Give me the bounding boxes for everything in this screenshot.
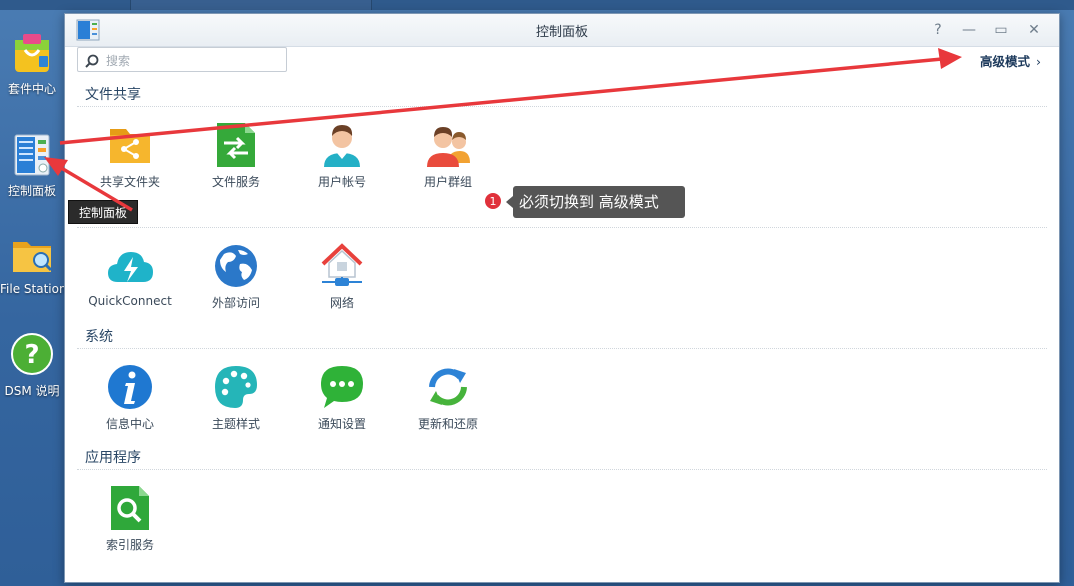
item-label: 索引服务 (105, 538, 154, 552)
item-file-services[interactable]: 文件服务 (183, 121, 289, 190)
item-shared-folder[interactable]: 共享文件夹 (77, 121, 183, 190)
palette-icon (212, 363, 260, 411)
index-search-icon (106, 484, 154, 532)
desktop-item-dsm-help[interactable]: ? DSM 说明 (0, 332, 64, 399)
maximize-button[interactable]: ▭ (992, 21, 1010, 39)
section-title-file-sharing: 文件共享 (85, 87, 141, 103)
desktop-item-label: 控制面板 (7, 184, 56, 198)
info-icon (106, 363, 154, 411)
help-question-icon: ? (9, 332, 55, 378)
item-indexing-service[interactable]: 索引服务 (77, 484, 183, 553)
close-button[interactable]: ✕ (1025, 21, 1043, 39)
search-icon (85, 53, 99, 68)
annotation-text: 必须切换到 高级模式 (506, 186, 685, 218)
file-station-icon (9, 232, 55, 278)
item-label: 信息中心 (105, 417, 154, 431)
section-title-system: 系统 (85, 329, 113, 345)
quickconnect-icon (106, 242, 154, 290)
section-divider (77, 348, 1047, 349)
package-center-icon (9, 30, 55, 76)
group-icon (424, 121, 472, 169)
desktop-item-package-center[interactable]: 套件中心 (0, 30, 64, 97)
item-notification[interactable]: 通知设置 (289, 363, 395, 432)
item-label: 更新和还原 (417, 417, 478, 431)
control-panel-window: 控制面板 ? — ▭ ✕ 高级模式 › 文件共享 共享文件夹 (64, 13, 1060, 583)
refresh-icon (424, 363, 472, 411)
item-network[interactable]: 网络 (289, 242, 395, 311)
desktop-item-label: File Station (0, 282, 67, 296)
desktop-item-label: DSM 说明 (4, 384, 60, 398)
item-quickconnect[interactable]: QuickConnect (77, 242, 183, 308)
svg-text:?: ? (24, 340, 39, 370)
title-bar[interactable]: 控制面板 ? — ▭ ✕ (65, 14, 1059, 47)
minimize-button[interactable]: — (960, 21, 978, 39)
item-user-account[interactable]: 用户帐号 (289, 121, 395, 190)
control-panel-icon (9, 132, 55, 178)
advanced-mode-link[interactable]: 高级模式 › (980, 51, 1041, 70)
section-divider (77, 106, 1047, 107)
file-services-icon (212, 121, 260, 169)
item-label: 外部访问 (211, 296, 260, 310)
section-divider (77, 469, 1047, 470)
network-home-icon (318, 242, 366, 290)
globe-icon (212, 242, 260, 290)
user-icon (318, 121, 366, 169)
advanced-mode-label: 高级模式 (979, 54, 1030, 69)
item-theme[interactable]: 主题样式 (183, 363, 289, 432)
control-panel-tooltip: 控制面板 (68, 200, 138, 224)
item-label: 文件服务 (211, 175, 260, 189)
item-label: QuickConnect (88, 294, 172, 308)
section-divider (77, 227, 1047, 228)
item-info-center[interactable]: 信息中心 (77, 363, 183, 432)
step-badge: 1 (484, 192, 502, 210)
chat-bubble-icon (318, 363, 366, 411)
item-label: 主题样式 (211, 417, 260, 431)
desktop-item-control-panel[interactable]: 控制面板 (0, 132, 64, 199)
item-external-access[interactable]: 外部访问 (183, 242, 289, 311)
desktop-item-file-station[interactable]: File Station (0, 232, 67, 296)
shared-folder-icon (106, 121, 154, 169)
item-label: 共享文件夹 (99, 175, 160, 189)
item-user-group[interactable]: 用户群组 (395, 121, 501, 190)
item-label: 通知设置 (317, 417, 366, 431)
search-input[interactable] (104, 50, 284, 71)
search-box (77, 47, 287, 72)
chevron-right-icon: › (1036, 54, 1041, 69)
desktop-item-label: 套件中心 (7, 82, 56, 96)
item-update-restore[interactable]: 更新和还原 (395, 363, 501, 432)
section-title-applications: 应用程序 (85, 450, 141, 466)
item-label: 用户帐号 (317, 175, 366, 189)
taskbar-strip (0, 0, 1074, 10)
help-button[interactable]: ? (929, 21, 947, 39)
item-label: 用户群组 (423, 175, 472, 189)
taskbar-tab[interactable] (130, 0, 372, 10)
window-title: 控制面板 (535, 25, 588, 40)
item-label: 网络 (329, 296, 354, 310)
